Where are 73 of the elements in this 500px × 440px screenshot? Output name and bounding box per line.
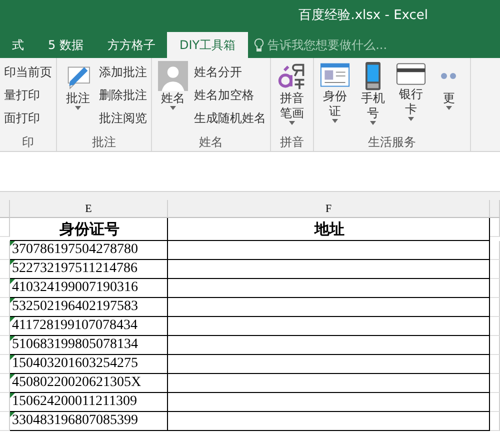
group-label: 批注 (91, 134, 117, 151)
column-header[interactable] (490, 200, 500, 218)
table-cell (0, 355, 10, 374)
table-cell (0, 412, 10, 431)
table-cell: 411728199107078434 (10, 317, 168, 336)
table-cell (490, 412, 500, 431)
ribbon-tab[interactable]: DIY工具箱 (167, 32, 248, 58)
pinyin-icon (277, 61, 307, 91)
ribbon-tab[interactable]: 5 数据 (36, 32, 96, 58)
table-cell: 532502196402197583 (10, 298, 168, 317)
table-cell (490, 298, 500, 317)
table-cell (0, 317, 10, 336)
table-cell (0, 218, 10, 237)
group-label: 印 (21, 134, 35, 151)
column-header[interactable]: F (168, 200, 490, 218)
table-cell (0, 374, 10, 393)
ribbon-small-button[interactable]: 批注阅览 (98, 107, 148, 129)
table-cell: 522732197511214786 (10, 260, 168, 279)
table-cell (490, 393, 500, 412)
table-header-cell: 身份证号 (10, 218, 168, 241)
table-cell (0, 393, 10, 412)
ribbon-tab[interactable]: 方方格子 (95, 32, 168, 58)
ribbon-small-button[interactable]: 添加批注 (98, 61, 148, 83)
ribbon-small-button[interactable]: 删除批注 (98, 84, 148, 106)
person-avatar-icon (158, 61, 188, 91)
ribbon-small-button[interactable]: 姓名分开 (193, 61, 267, 83)
table-cell (0, 260, 10, 279)
ribbon-tab[interactable]: 式 (0, 32, 36, 58)
table-cell (490, 241, 500, 260)
ribbon-small-button[interactable]: 面打印 (3, 107, 53, 129)
ribbon-button[interactable]: 更 (431, 61, 467, 134)
table-cell (0, 241, 10, 260)
error-indicator-icon (10, 393, 15, 398)
table-cell: 150403201603254275 (10, 355, 168, 374)
bank-card-icon (396, 61, 426, 87)
ribbon-small-button[interactable]: 生成随机姓名 (193, 107, 267, 129)
ribbon-button[interactable]: 身份证 (317, 61, 353, 134)
window-title: 百度经验.xlsx - Excel (298, 7, 428, 24)
lightbulb-icon (254, 38, 264, 52)
more-dots-icon (439, 72, 459, 80)
table-cell (490, 218, 500, 237)
ribbon-small-button[interactable]: 印当前页 (3, 61, 53, 83)
ribbon-small-button[interactable]: 量打印 (3, 84, 53, 106)
table-cell (490, 260, 500, 279)
table-cell (490, 279, 500, 298)
table-cell: 410324199007190316 (10, 279, 168, 298)
table-cell: 510683199805078134 (10, 336, 168, 355)
ribbon-button[interactable]: 拼音笔画 (274, 61, 310, 134)
table-cell: 370786197504278780 (10, 241, 168, 260)
group-label: 姓名 (198, 134, 224, 151)
ribbon-button[interactable]: 银行卡 (393, 61, 429, 134)
table-cell: 150624200011211309 (10, 393, 168, 412)
table-cell (490, 317, 500, 336)
table-header-cell: 地址 (168, 218, 490, 241)
table-cell (490, 355, 500, 374)
ribbon-button[interactable]: 手机号 (355, 61, 391, 134)
ribbon-small-button[interactable]: 姓名加空格 (193, 84, 267, 106)
error-indicator-icon (10, 355, 15, 360)
table-cell: 330483196807085399 (10, 412, 168, 431)
table-cell (0, 336, 10, 355)
table-cell (0, 279, 10, 298)
column-header[interactable]: E (10, 200, 168, 218)
group-label: 拼音 (279, 134, 305, 151)
table-cell (490, 374, 500, 393)
id-card-icon (320, 61, 350, 89)
table-cell (490, 336, 500, 355)
group-label: 生活服务 (367, 134, 417, 151)
table-cell (0, 298, 10, 317)
table-cell: 45080220020621305X (10, 374, 168, 393)
ribbon-button[interactable]: 批注 (60, 61, 96, 134)
mobile-phone-icon (363, 61, 383, 91)
column-header[interactable] (0, 200, 10, 218)
ribbon-button[interactable]: 姓名 (155, 61, 191, 134)
